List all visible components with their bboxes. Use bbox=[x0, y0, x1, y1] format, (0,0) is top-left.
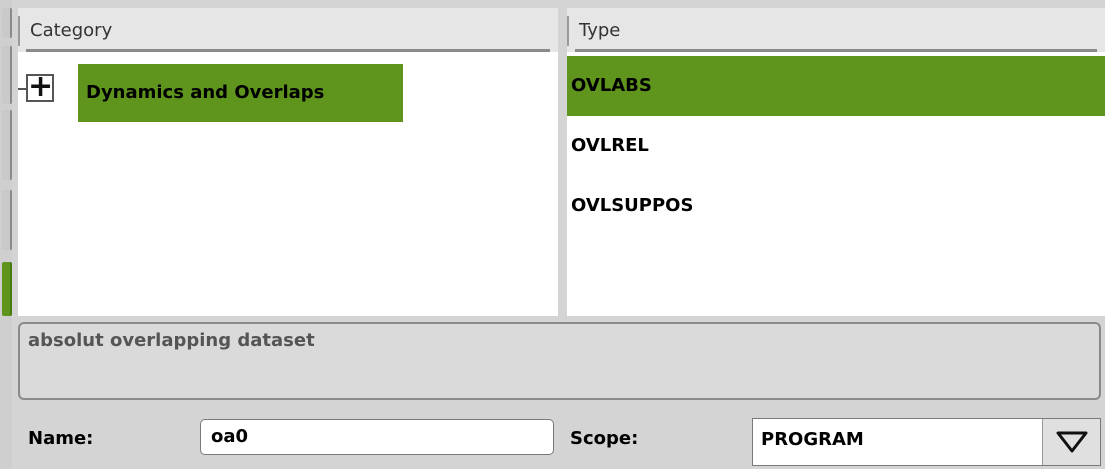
tree-connector-line bbox=[18, 88, 26, 90]
scope-dropdown[interactable]: PROGRAM bbox=[752, 418, 1101, 466]
left-strip-segment bbox=[2, 8, 12, 38]
type-panel: Type OVLABS OVLREL OVLSUPPOS bbox=[567, 8, 1105, 316]
description-text: absolut overlapping dataset bbox=[28, 330, 315, 351]
left-strip-segment bbox=[2, 190, 12, 250]
left-edge-strip bbox=[0, 0, 12, 469]
scope-selected-value: PROGRAM bbox=[761, 429, 864, 450]
category-header-label: Category bbox=[30, 20, 113, 41]
type-item-ovlsuppos[interactable]: OVLSUPPOS bbox=[567, 176, 1105, 236]
panel-splitter[interactable] bbox=[558, 8, 567, 316]
type-header-label: Type bbox=[579, 20, 621, 41]
header-underline bbox=[26, 49, 550, 52]
category-column-header[interactable]: Category bbox=[18, 8, 558, 52]
name-input[interactable]: oa0 bbox=[200, 419, 554, 455]
header-underline bbox=[575, 49, 1097, 52]
scope-label: Scope: bbox=[570, 428, 639, 449]
left-strip-segment-active bbox=[2, 262, 12, 316]
left-strip-segment bbox=[2, 46, 12, 104]
type-column-header[interactable]: Type bbox=[567, 8, 1105, 52]
name-label: Name: bbox=[28, 428, 94, 449]
category-panel: Category + Dynamics and Overlaps bbox=[18, 8, 558, 316]
type-item-ovlrel[interactable]: OVLREL bbox=[567, 116, 1105, 176]
tree-item-dynamics-and-overlaps[interactable]: Dynamics and Overlaps bbox=[78, 64, 403, 122]
triangle-down-icon bbox=[1056, 431, 1088, 453]
create-variable-dialog: Category + Dynamics and Overlaps Type OV… bbox=[0, 0, 1105, 469]
type-item-ovlabs[interactable]: OVLABS bbox=[567, 56, 1105, 116]
header-separator bbox=[567, 16, 569, 46]
header-separator bbox=[18, 16, 20, 46]
expand-plus-icon[interactable]: + bbox=[26, 72, 54, 102]
left-strip-segment bbox=[2, 110, 12, 180]
scope-dropdown-button[interactable] bbox=[1042, 419, 1100, 465]
description-box: absolut overlapping dataset bbox=[18, 322, 1101, 400]
